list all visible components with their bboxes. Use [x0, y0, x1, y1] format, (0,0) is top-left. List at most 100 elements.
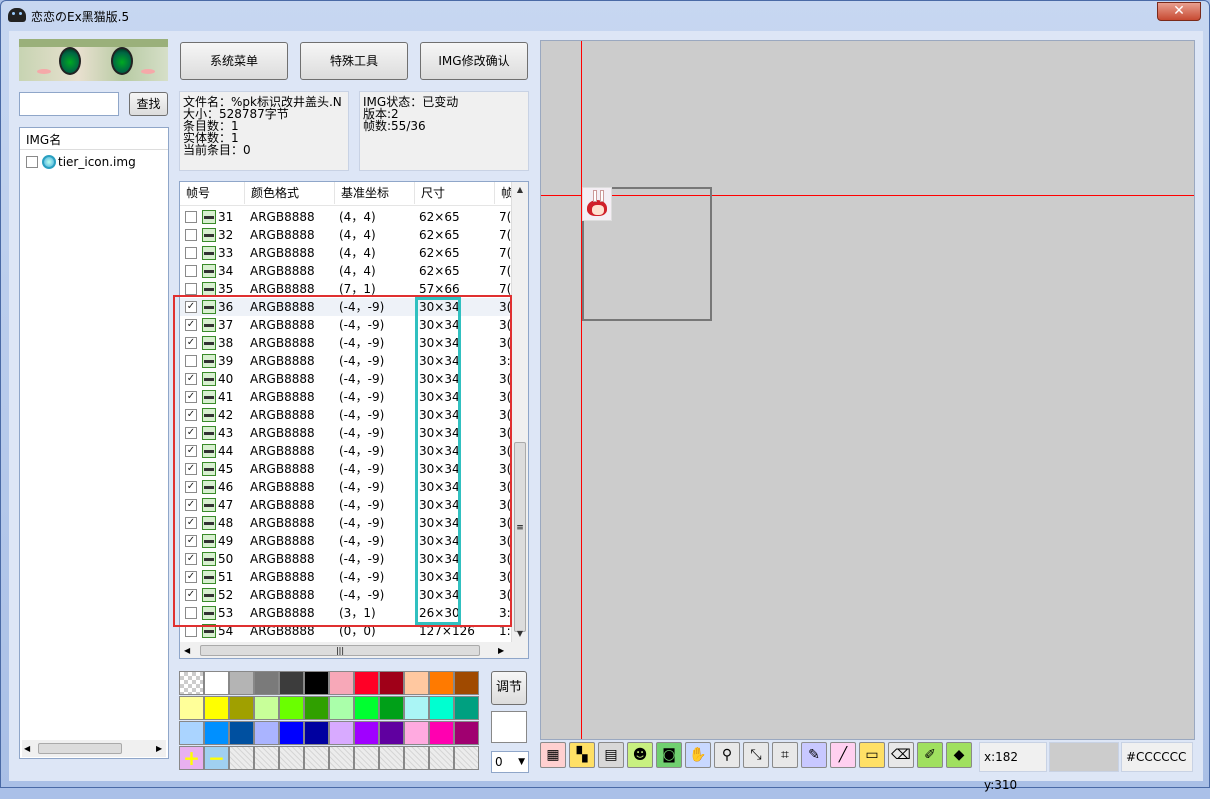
palette-tool-icon[interactable]: ▚ — [569, 742, 595, 768]
color-swatch[interactable] — [454, 671, 479, 695]
frame-table-vscrollbar[interactable]: ▲ ≡ ▼ — [511, 182, 528, 642]
color-swatch[interactable] — [279, 671, 304, 695]
color-swatch[interactable] — [354, 696, 379, 720]
rect-tool-icon[interactable]: ▭ — [859, 742, 885, 768]
color-swatch[interactable] — [254, 696, 279, 720]
frame-row[interactable]: 31 ARGB8888 (4，4) 62×65 7( — [180, 208, 511, 226]
color-swatch[interactable] — [354, 671, 379, 695]
color-swatch[interactable] — [379, 721, 404, 745]
pencil-tool-icon[interactable]: ✎ — [801, 742, 827, 768]
empty-swatch[interactable] — [429, 746, 454, 770]
fill-tool-icon[interactable]: ◆ — [946, 742, 972, 768]
frame-checkbox[interactable] — [185, 247, 197, 259]
camera-tool-icon[interactable]: ◙ — [656, 742, 682, 768]
color-swatch[interactable] — [279, 696, 304, 720]
empty-swatch[interactable] — [379, 746, 404, 770]
empty-swatch[interactable] — [404, 746, 429, 770]
close-button[interactable]: ✕ — [1157, 2, 1201, 21]
special-tools-button[interactable]: 特殊工具 — [300, 42, 408, 80]
scroll-right-icon[interactable]: ▶ — [498, 642, 504, 658]
color-swatch[interactable] — [354, 721, 379, 745]
color-swatch[interactable] — [204, 721, 229, 745]
color-swatch[interactable] — [204, 696, 229, 720]
scroll-up-icon[interactable]: ▲ — [512, 182, 528, 198]
color-swatch[interactable] — [179, 721, 204, 745]
empty-swatch[interactable] — [454, 746, 479, 770]
color-swatch[interactable] — [304, 671, 329, 695]
frame-table-hscrollbar[interactable]: ◀ ||| ▶ — [180, 642, 528, 658]
adjust-button[interactable]: 调节 — [491, 671, 527, 705]
transparent-swatch[interactable] — [179, 671, 204, 695]
frame-checkbox[interactable] — [185, 229, 197, 241]
color-swatch[interactable] — [454, 696, 479, 720]
system-menu-button[interactable]: 系统菜单 — [180, 42, 288, 80]
col-header-coord[interactable]: 基准坐标 — [334, 182, 414, 204]
cat-tool-icon[interactable]: ☻ — [627, 742, 653, 768]
grid-tool-icon[interactable]: ▦ — [540, 742, 566, 768]
move-tool-icon[interactable]: ⤡ — [743, 742, 769, 768]
color-swatch[interactable] — [379, 671, 404, 695]
color-swatch[interactable] — [254, 721, 279, 745]
color-swatch[interactable] — [429, 721, 454, 745]
color-swatch[interactable] — [329, 721, 354, 745]
color-swatch[interactable] — [254, 671, 279, 695]
scroll-thumb[interactable] — [38, 743, 122, 754]
search-button[interactable]: 查找 — [129, 92, 168, 116]
preview-canvas[interactable] — [540, 40, 1195, 740]
remove-color-icon[interactable]: − — [204, 746, 229, 770]
current-color-swatch[interactable] — [491, 711, 527, 743]
color-swatch[interactable] — [304, 721, 329, 745]
frame-checkbox[interactable] — [185, 265, 197, 277]
eraser-tool-icon[interactable]: ⌫ — [888, 742, 914, 768]
color-swatch[interactable] — [329, 671, 354, 695]
hand-tool-icon[interactable]: ✋ — [685, 742, 711, 768]
color-swatch[interactable] — [404, 696, 429, 720]
frame-row[interactable]: 33 ARGB8888 (4，4) 62×65 7( — [180, 244, 511, 262]
zoom-tool-icon[interactable]: ⚲ — [714, 742, 740, 768]
color-swatch[interactable] — [404, 721, 429, 745]
color-swatch[interactable] — [429, 671, 454, 695]
color-swatch[interactable] — [279, 721, 304, 745]
color-swatch[interactable] — [304, 696, 329, 720]
color-swatch[interactable] — [204, 671, 229, 695]
color-swatch[interactable] — [379, 696, 404, 720]
col-header-frame[interactable]: 帧号 — [180, 182, 244, 204]
empty-swatch[interactable] — [279, 746, 304, 770]
empty-swatch[interactable] — [354, 746, 379, 770]
eyedropper-tool-icon[interactable]: ✐ — [917, 742, 943, 768]
img-confirm-button[interactable]: IMG修改确认 — [420, 42, 528, 80]
palette-index-select[interactable]: 0 ▼ — [491, 751, 529, 773]
img-list-hscrollbar[interactable]: ◀ ▶ — [22, 740, 166, 757]
frame-checkbox[interactable] — [185, 211, 197, 223]
color-swatch[interactable] — [229, 671, 254, 695]
empty-swatch[interactable] — [304, 746, 329, 770]
img-item-checkbox[interactable] — [26, 156, 38, 168]
color-swatch[interactable] — [229, 696, 254, 720]
frame-checkbox[interactable] — [185, 283, 197, 295]
img-list-item[interactable]: tier_icon.img — [24, 154, 164, 170]
chevron-down-icon[interactable]: ▼ — [518, 752, 525, 772]
color-swatch[interactable] — [229, 721, 254, 745]
col-header-size[interactable]: 尺寸 — [414, 182, 494, 204]
col-header-format[interactable]: 颜色格式 — [244, 182, 334, 204]
color-swatch[interactable] — [454, 721, 479, 745]
empty-swatch[interactable] — [254, 746, 279, 770]
film-tool-icon[interactable]: ▤ — [598, 742, 624, 768]
scroll-down-icon[interactable]: ▼ — [512, 626, 528, 642]
empty-swatch[interactable] — [229, 746, 254, 770]
scroll-left-icon[interactable]: ◀ — [184, 642, 190, 658]
color-swatch[interactable] — [179, 696, 204, 720]
empty-swatch[interactable] — [329, 746, 354, 770]
scroll-left-icon[interactable]: ◀ — [24, 740, 30, 757]
line-tool-icon[interactable]: ╱ — [830, 742, 856, 768]
frame-row[interactable]: 32 ARGB8888 (4，4) 62×65 7( — [180, 226, 511, 244]
color-swatch[interactable] — [404, 671, 429, 695]
color-swatch[interactable] — [429, 696, 454, 720]
frame-row[interactable]: 34 ARGB8888 (4，4) 62×65 7( — [180, 262, 511, 280]
scroll-thumb[interactable]: ||| — [200, 645, 480, 656]
crop-tool-icon[interactable]: ⌗ — [772, 742, 798, 768]
img-list-header[interactable]: IMG名 — [20, 128, 168, 150]
scroll-thumb[interactable]: ≡ — [514, 442, 526, 632]
color-swatch[interactable] — [329, 696, 354, 720]
add-color-icon[interactable]: + — [179, 746, 204, 770]
